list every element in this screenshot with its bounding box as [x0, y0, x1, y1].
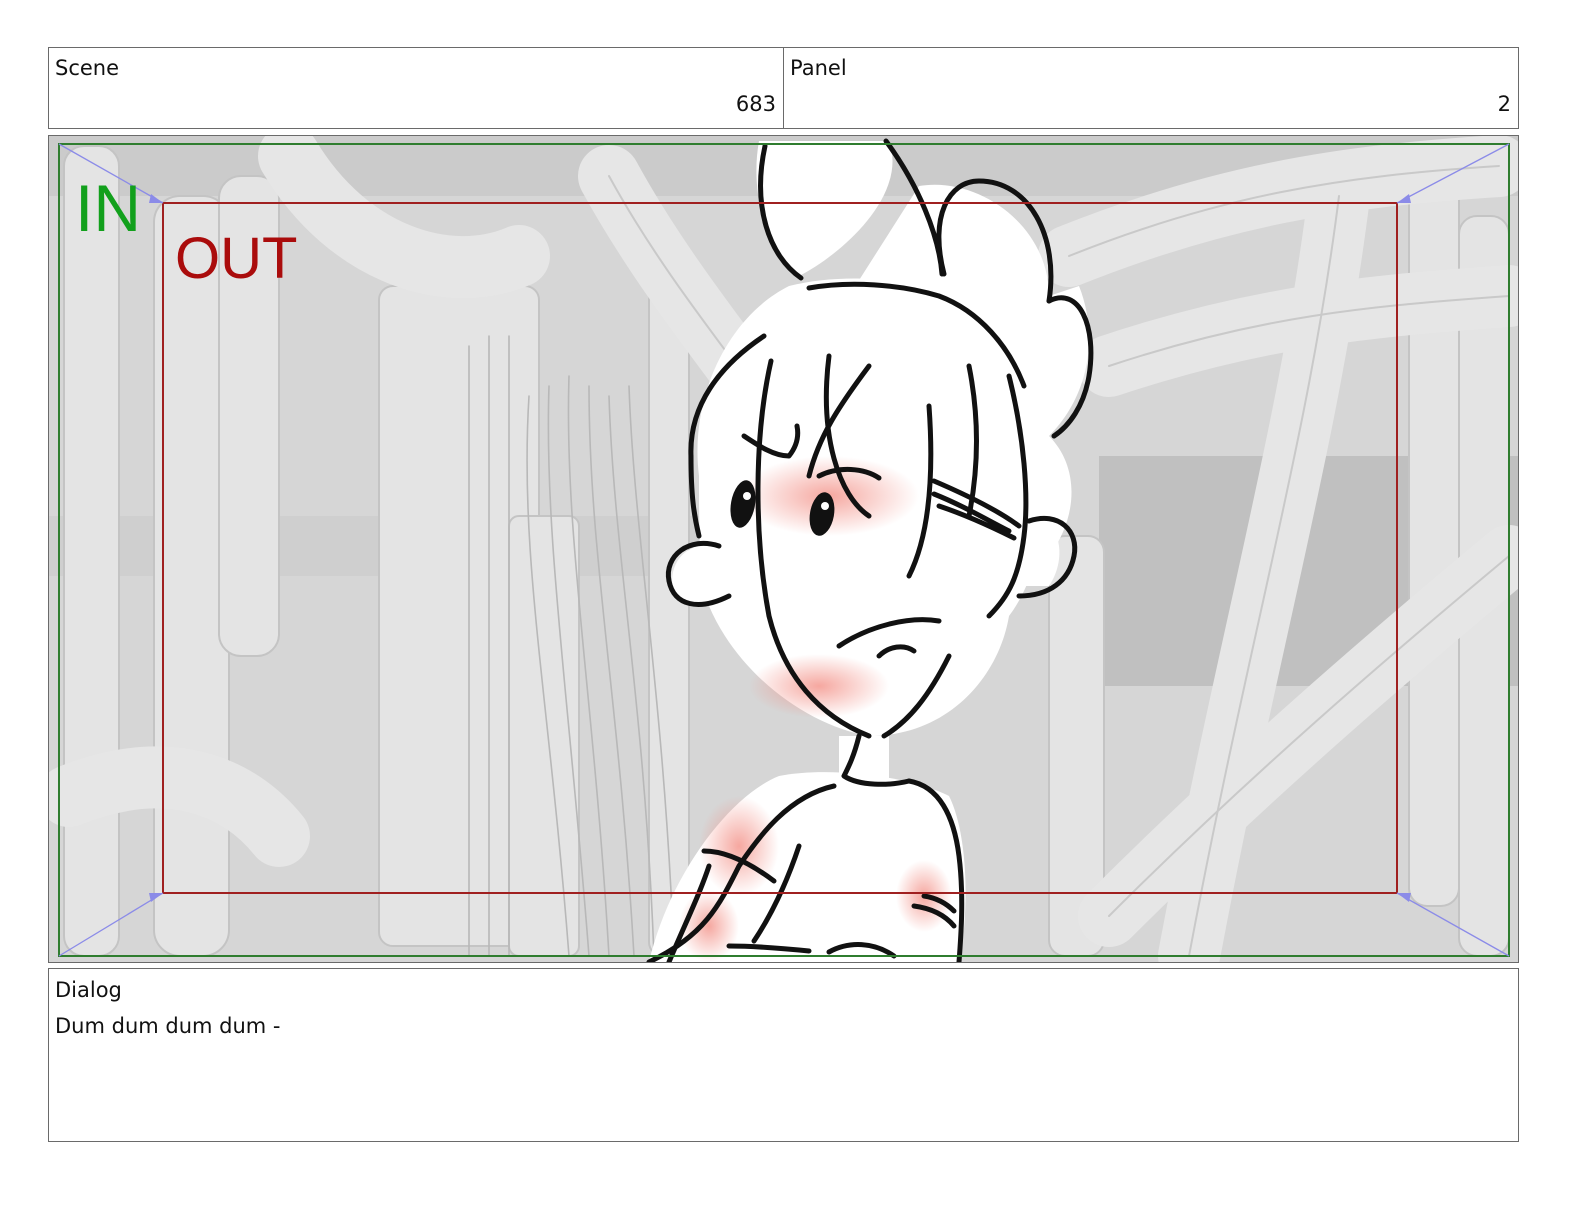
- out-marker: OUT: [175, 226, 297, 291]
- panel-header: Scene 683 Panel 2: [48, 47, 1519, 129]
- dialog-label: Dialog: [55, 978, 122, 1002]
- storyboard-drawing: IN OUT: [49, 136, 1518, 962]
- scene-cell: Scene 683: [49, 48, 783, 128]
- dialog-text: Dum dum dum dum -: [55, 1014, 281, 1038]
- dialog-box: Dialog Dum dum dum dum -: [48, 968, 1519, 1142]
- scene-number: 683: [735, 92, 776, 116]
- in-marker: IN: [75, 171, 141, 245]
- panel-label: Panel: [790, 56, 847, 80]
- panel-cell: Panel 2: [783, 48, 1518, 128]
- scene-label: Scene: [55, 56, 120, 80]
- storyboard-frame: IN OUT: [48, 135, 1519, 963]
- panel-number: 2: [1497, 92, 1511, 116]
